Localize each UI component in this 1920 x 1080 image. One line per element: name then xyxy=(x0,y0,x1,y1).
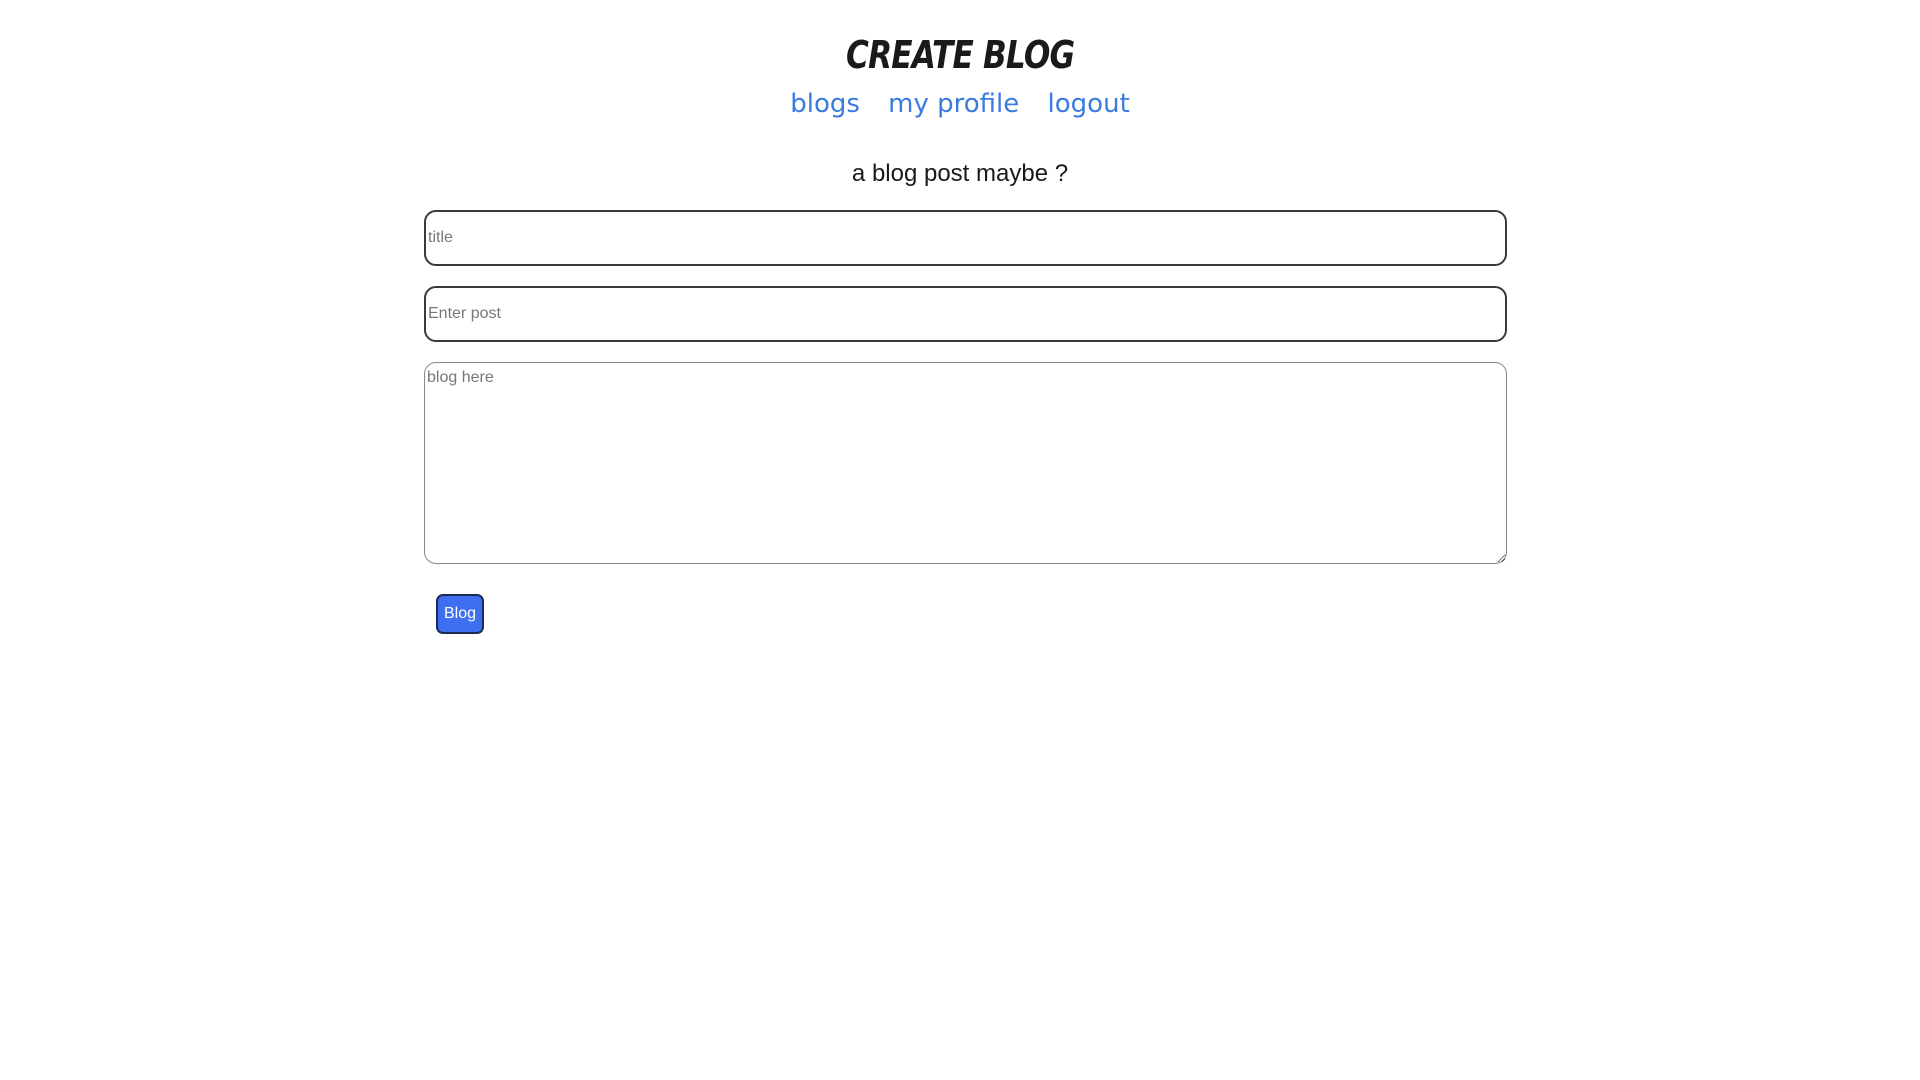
blog-textarea[interactable] xyxy=(424,362,1507,564)
nav-link-blogs[interactable]: blogs xyxy=(790,89,860,119)
nav-link-my-profile[interactable]: my profile xyxy=(888,89,1019,119)
page-header: CREATE BLOG xyxy=(0,28,1920,82)
nav-link-logout[interactable]: logout xyxy=(1048,89,1130,119)
title-input[interactable] xyxy=(424,210,1507,266)
form-subtitle: a blog post maybe ? xyxy=(851,160,1069,187)
create-blog-page: CREATE BLOG blogs my profile logout a bl… xyxy=(0,0,1920,1080)
page-title: CREATE BLOG xyxy=(845,33,1075,77)
blog-submit-button[interactable]: Blog xyxy=(436,594,484,634)
post-input[interactable] xyxy=(424,286,1507,342)
main-nav: blogs my profile logout xyxy=(0,84,1920,124)
